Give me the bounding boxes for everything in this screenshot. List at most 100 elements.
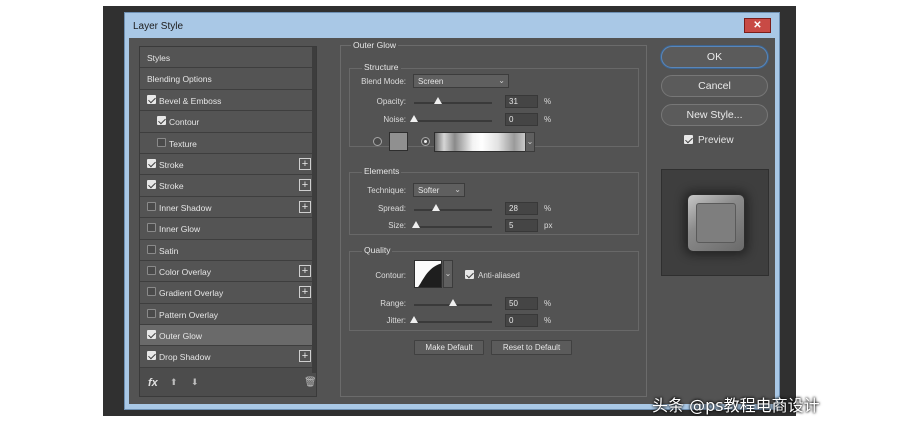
opacity-slider[interactable] [414,97,492,104]
effect-item-texture[interactable]: Texture [140,132,314,154]
technique-select[interactable]: Softer ⌄ [413,183,465,197]
effect-checkbox-bevel-emboss[interactable] [147,94,156,104]
contour-curve-icon [418,263,441,287]
effect-checkbox-gradient-overlay[interactable] [147,287,156,297]
effect-item-pattern-overlay[interactable]: Pattern Overlay [140,303,314,326]
noise-label: Noise: [383,115,406,124]
dialog-title: Layer Style [133,21,184,32]
effect-checkbox-contour[interactable] [157,116,166,126]
effects-list: Styles Blending Options Bevel & Emboss Cont… [140,47,314,368]
effect-checkbox-drop-shadow[interactable] [147,351,156,361]
effect-checkbox-stroke[interactable] [147,158,156,168]
blend-mode-value: Screen [418,77,444,86]
spread-slider[interactable] [414,204,492,211]
effects-panel: Styles Blending Options Bevel & Emboss Cont… [139,46,317,397]
opacity-slider-thumb[interactable] [434,97,443,104]
size-slider-thumb[interactable] [411,221,420,228]
add-effect-icon[interactable]: + [299,157,311,170]
blend-mode-label: Blend Mode: [361,77,406,86]
move-up-icon[interactable]: ⬆ [170,377,178,388]
effect-item-satin[interactable]: Satin [140,239,314,261]
anti-aliased-label: Anti-aliased [478,271,520,280]
quality-title: Quality [362,245,393,255]
effect-label: Blending Options [147,74,212,85]
move-down-icon[interactable]: ⬇ [191,377,199,388]
glow-gradient-picker[interactable] [434,132,526,152]
blend-mode-select[interactable]: Screen ⌄ [413,74,509,88]
size-slider[interactable] [411,221,492,228]
effect-checkbox-texture[interactable] [157,137,166,147]
add-effect-icon[interactable]: + [299,264,311,277]
effect-item-styles[interactable]: Styles [140,47,314,69]
effect-checkbox-inner-glow[interactable] [147,223,156,233]
trash-icon[interactable]: 🗑 [304,377,317,388]
jitter-input[interactable]: 0 [505,314,538,327]
structure-group: Structure Blend Mode: Screen ⌄ Opacity: … [349,62,639,152]
effect-label: Inner Glow [159,224,201,235]
contour-picker[interactable] [414,260,442,288]
effects-toolbar: fx ⬆ ⬇ 🗑 [140,372,317,396]
new-style-button[interactable]: New Style... [661,104,768,126]
dialog-body: Styles Blending Options Bevel & Emboss Cont… [129,38,775,404]
size-input[interactable]: 5 [505,219,538,232]
effect-item-stroke[interactable]: Stroke + [140,153,314,176]
add-effect-icon[interactable]: + [299,179,311,192]
effects-scrollbar[interactable] [312,47,316,373]
effect-checkbox-color-overlay[interactable] [147,265,156,275]
jitter-slider-thumb[interactable] [410,316,418,323]
jitter-slider[interactable] [410,316,492,323]
effect-label: Styles [147,53,171,63]
contour-label: Contour: [375,271,406,280]
contour-dropdown-button[interactable]: ⌄ [443,260,453,288]
effect-item-bevel-emboss[interactable]: Bevel & Emboss [140,89,314,112]
noise-slider-thumb[interactable] [410,115,418,122]
reset-to-default-button[interactable]: Reset to Default [491,340,572,355]
preview-label: Preview [698,135,734,146]
effect-label: Drop Shadow [159,352,211,363]
gradient-dropdown-button[interactable]: ⌄ [525,132,535,152]
effect-label: Color Overlay [159,266,211,277]
layer-style-dialog: Layer Style ✕ Styles Blending Options Beve… [124,12,780,410]
spread-slider-thumb[interactable] [431,204,440,211]
effect-item-inner-shadow[interactable]: Inner Shadow + [140,196,314,219]
add-effect-icon[interactable]: + [299,350,311,363]
glow-color-swatch[interactable] [389,132,408,151]
add-effect-icon[interactable]: + [299,200,311,213]
opacity-input[interactable]: 31 [505,95,538,108]
add-effect-icon[interactable]: + [299,286,311,299]
structure-title: Structure [362,62,401,72]
range-input[interactable]: 50 [505,297,538,310]
noise-input[interactable]: 0 [505,113,538,126]
range-slider[interactable] [414,299,492,306]
noise-slider[interactable] [410,115,492,122]
elements-title: Elements [362,166,402,176]
effect-checkbox-satin[interactable] [147,244,156,254]
effect-item-stroke[interactable]: Stroke + [140,175,314,197]
effect-label: Texture [169,138,197,149]
ok-button[interactable]: OK [661,46,768,68]
preview-checkbox[interactable] [684,135,693,144]
effect-item-contour[interactable]: Contour [140,111,314,133]
close-button[interactable]: ✕ [744,18,771,33]
effect-item-drop-shadow[interactable]: Drop Shadow + [140,346,314,368]
anti-aliased-checkbox[interactable] [465,270,474,279]
fx-icon[interactable]: fx [148,377,158,389]
range-slider-thumb[interactable] [449,299,457,306]
gradient-radio[interactable] [421,137,430,146]
effect-label: Outer Glow [159,331,202,342]
cancel-button[interactable]: Cancel [661,75,768,97]
effect-label: Gradient Overlay [159,288,224,299]
solid-color-radio[interactable] [373,137,382,146]
effect-item-gradient-overlay[interactable]: Gradient Overlay + [140,282,314,304]
effect-checkbox-pattern-overlay[interactable] [147,308,156,318]
make-default-button[interactable]: Make Default [414,340,484,355]
spread-input[interactable]: 28 [505,202,538,215]
effect-label: Bevel & Emboss [159,95,222,106]
effect-item-color-overlay[interactable]: Color Overlay + [140,260,314,283]
effect-checkbox-outer-glow[interactable] [147,330,156,340]
effect-checkbox-stroke[interactable] [147,180,156,190]
effect-item-blending-options[interactable]: Blending Options [140,68,314,90]
effect-item-inner-glow[interactable]: Inner Glow [140,218,314,240]
effect-item-outer-glow[interactable]: Outer Glow [140,325,314,347]
effect-checkbox-inner-shadow[interactable] [147,201,156,211]
